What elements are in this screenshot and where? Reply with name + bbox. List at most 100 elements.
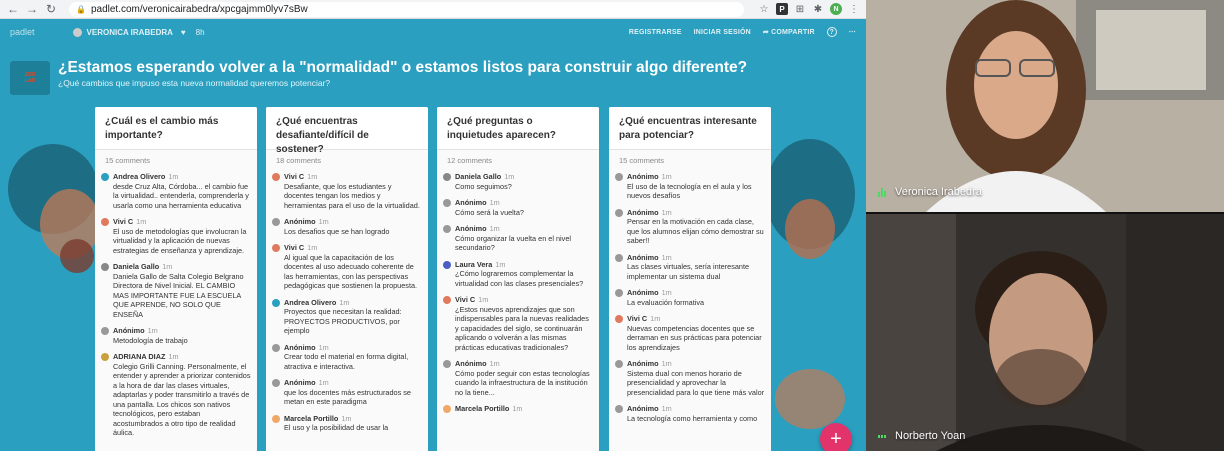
participant-video-2 xyxy=(866,214,1224,451)
browser-window: ← → ↻ 🔒 padlet.com/veronicairabedra/xpcg… xyxy=(0,0,866,451)
comment-item[interactable]: ADRIANA DIAZ 1m Colegio Grilli Canning. Pe… xyxy=(95,349,257,442)
comment-body: Anónimo 1m Los desafios que se han logrado xyxy=(284,217,389,236)
address-bar[interactable]: 🔒 padlet.com/veronicairabedra/xpcgajmm0l… xyxy=(69,1,744,17)
commenter-avatar xyxy=(101,327,109,335)
comment-time: 1m xyxy=(168,352,179,361)
share-icon: ➦ xyxy=(762,29,772,36)
comment-item[interactable]: Daniela Gallo 1m Como seguimos? xyxy=(437,169,599,195)
comment-item[interactable]: Anónimo 1m Pensar en la motivación en cada… xyxy=(609,205,771,250)
commenter-name: Vivi C xyxy=(455,295,476,304)
comment-text: Proyectos que necesitan la realidad: PRO… xyxy=(284,307,402,335)
comment-item[interactable]: Vivi C 1m Al igual que la capacitación de … xyxy=(266,240,428,295)
comment-text: Desafiante, que los estudiantes y docent… xyxy=(284,181,420,210)
comment-item[interactable]: Anónimo 1m La tecnología como herramienta … xyxy=(609,401,771,427)
more-icon[interactable]: ⋯ xyxy=(849,28,856,36)
comment-body: Anónimo 1m Metodología de trabajo xyxy=(113,326,188,345)
comment-text: Cómo será la vuelta? xyxy=(455,207,524,217)
commenter-name: Marcela Portillo xyxy=(284,413,339,423)
comment-item[interactable]: Anónimo 1m Sistema dual con menos horario … xyxy=(609,356,771,401)
author-info: VERONICA IRABEDRA ♥ 8h xyxy=(72,27,205,37)
comment-text: Cómo organizar la vuelta en el nivel sec… xyxy=(455,233,572,253)
comment-item[interactable]: Marcela Portillo 1m xyxy=(437,401,599,418)
video-tile-1[interactable]: Veronica Irabedra xyxy=(866,0,1224,212)
reload-icon[interactable]: ↻ xyxy=(44,2,58,16)
comment-item[interactable]: Andrea Olivero 1m desde Cruz Alta, Córdoba… xyxy=(95,169,257,214)
commenter-avatar xyxy=(615,315,623,323)
commenter-avatar xyxy=(443,225,451,233)
bookmark-star-icon[interactable]: ☆ xyxy=(758,3,770,15)
comment-item[interactable]: Daniela Gallo 1m Daniela Gallo de Salta Co… xyxy=(95,259,257,323)
comment-body: Anónimo 1m El uso de la tecnología en el a… xyxy=(627,172,765,201)
help-icon[interactable]: ? xyxy=(826,27,837,37)
comment-item[interactable]: Anónimo 1m que los docentes más estructura… xyxy=(266,375,428,411)
comment-text: Como seguimos? xyxy=(455,181,512,191)
comment-item[interactable]: Anónimo 1m Crear todo el material en forma… xyxy=(266,340,428,376)
comment-item[interactable]: Anónimo 1m Cómo organizar la vuelta en el … xyxy=(437,221,599,257)
commenter-avatar xyxy=(101,173,109,181)
commenter-avatar xyxy=(272,414,280,423)
video-tile-2[interactable]: Norberto Yoan xyxy=(866,214,1224,451)
padlet-logo[interactable]: padlet xyxy=(10,27,35,37)
register-link[interactable]: REGISTRARSE xyxy=(629,29,682,36)
comment-count[interactable]: 12 comments xyxy=(437,149,599,169)
extension-grid-icon[interactable]: ⊞ xyxy=(794,3,806,15)
participant-video-1 xyxy=(866,0,1224,212)
profile-avatar[interactable]: N xyxy=(830,3,842,15)
comment-item[interactable]: Anónimo 1m Las clases virtuales, sería int… xyxy=(609,250,771,286)
commenter-avatar xyxy=(272,244,280,252)
column-title: ¿Qué preguntas o inquietudes aparecen? xyxy=(437,107,599,149)
forward-icon[interactable]: → xyxy=(25,2,39,16)
comment-time: 1m xyxy=(307,243,318,252)
comment-item[interactable]: Anónimo 1m Cómo será la vuelta? xyxy=(437,195,599,221)
comment-body: Anónimo 1m Cómo organizar la vuelta en el … xyxy=(455,224,593,253)
commenter-avatar xyxy=(443,173,451,181)
comment-item[interactable]: Marcela Portillo 1m El uso y la posibilida… xyxy=(266,411,428,437)
comment-text: La tecnología como herramienta y como xyxy=(627,413,758,423)
comment-item[interactable]: Anónimo 1m La evaluación formativa xyxy=(609,285,771,311)
comment-item[interactable]: Vivi C 1m Nuevas competencias docentes que… xyxy=(609,311,771,356)
share-button[interactable]: ➦ COMPARTIR xyxy=(763,28,815,36)
comment-time: 1m xyxy=(661,288,672,297)
comment-body: Daniela Gallo 1m Daniela Gallo de Salta Co… xyxy=(113,262,251,319)
comment-item[interactable]: Vivi C 1m Desafiante, que los estudiantes … xyxy=(266,169,428,214)
comment-count[interactable]: 15 comments xyxy=(95,149,257,169)
extensions-puzzle-icon[interactable]: ✱ xyxy=(812,3,824,15)
column-title: ¿Qué encuentras interesante para potenci… xyxy=(609,107,771,149)
comment-count[interactable]: 15 comments xyxy=(609,149,771,169)
commenter-avatar xyxy=(101,218,109,226)
comment-text: ¿Estos nuevos aprendizajes que son indis… xyxy=(455,304,589,352)
comment-item[interactable]: Laura Vera 1m ¿Cómo lograremos complementa… xyxy=(437,257,599,293)
commenter-name: Anónimo xyxy=(627,207,659,217)
comment-time: 1m xyxy=(318,378,329,387)
board-subtitle: ¿Qué cambios que impuso esta nueva norma… xyxy=(58,78,331,88)
comment-item[interactable]: Andrea Olivero 1m Proyectos que necesitan … xyxy=(266,295,428,340)
heart-icon: ♥ xyxy=(180,27,186,37)
comment-item[interactable]: Anónimo 1m Los desafios que se han logrado xyxy=(266,214,428,240)
comment-body: Anónimo 1m La evaluación formativa xyxy=(627,288,704,307)
comment-body: Laura Vera 1m ¿Cómo lograremos complementa… xyxy=(455,260,593,289)
browser-menu-icon[interactable]: ⋮ xyxy=(848,3,860,15)
author-avatar xyxy=(72,27,82,37)
board-logo: EDU LAB xyxy=(10,61,50,95)
padlet-column: ¿Qué encuentras interesante para potenci… xyxy=(609,107,771,451)
back-icon[interactable]: ← xyxy=(6,2,20,16)
extension-p-icon[interactable]: P xyxy=(776,3,788,15)
comment-item[interactable]: Vivi C 1m ¿Estos nuevos aprendizajes que s… xyxy=(437,292,599,356)
comment-text: Los desafios que se han logrado xyxy=(284,226,390,236)
commenter-name: Andrea Olivero xyxy=(113,172,166,181)
comment-text: Las clases virtuales, sería interesante … xyxy=(627,262,750,281)
add-post-button[interactable]: + xyxy=(820,423,852,451)
comment-time: 1m xyxy=(318,217,329,226)
browser-toolbar: ← → ↻ 🔒 padlet.com/veronicairabedra/xpcg… xyxy=(0,0,866,19)
comment-time: 1m xyxy=(661,404,672,413)
comment-item[interactable]: Anónimo 1m Cómo poder seguir con estas tec… xyxy=(437,356,599,401)
login-link[interactable]: INICIAR SESIÓN xyxy=(694,29,751,36)
comment-text: Crear todo el material en forma digital,… xyxy=(284,352,409,371)
commenter-avatar xyxy=(615,360,623,368)
padlet-topbar: padlet VERONICA IRABEDRA ♥ 8h REGISTRARS… xyxy=(0,19,866,45)
comment-item[interactable]: Anónimo 1m El uso de la tecnología en el a… xyxy=(609,169,771,205)
comment-item[interactable]: Anónimo 1m Metodología de trabajo xyxy=(95,323,257,349)
commenter-avatar xyxy=(615,208,623,217)
comment-item[interactable]: Vivi C 1m El uso de metodologías que invol… xyxy=(95,214,257,259)
comment-text: Daniela Gallo de Salta Colegio Belgrano … xyxy=(113,271,244,319)
